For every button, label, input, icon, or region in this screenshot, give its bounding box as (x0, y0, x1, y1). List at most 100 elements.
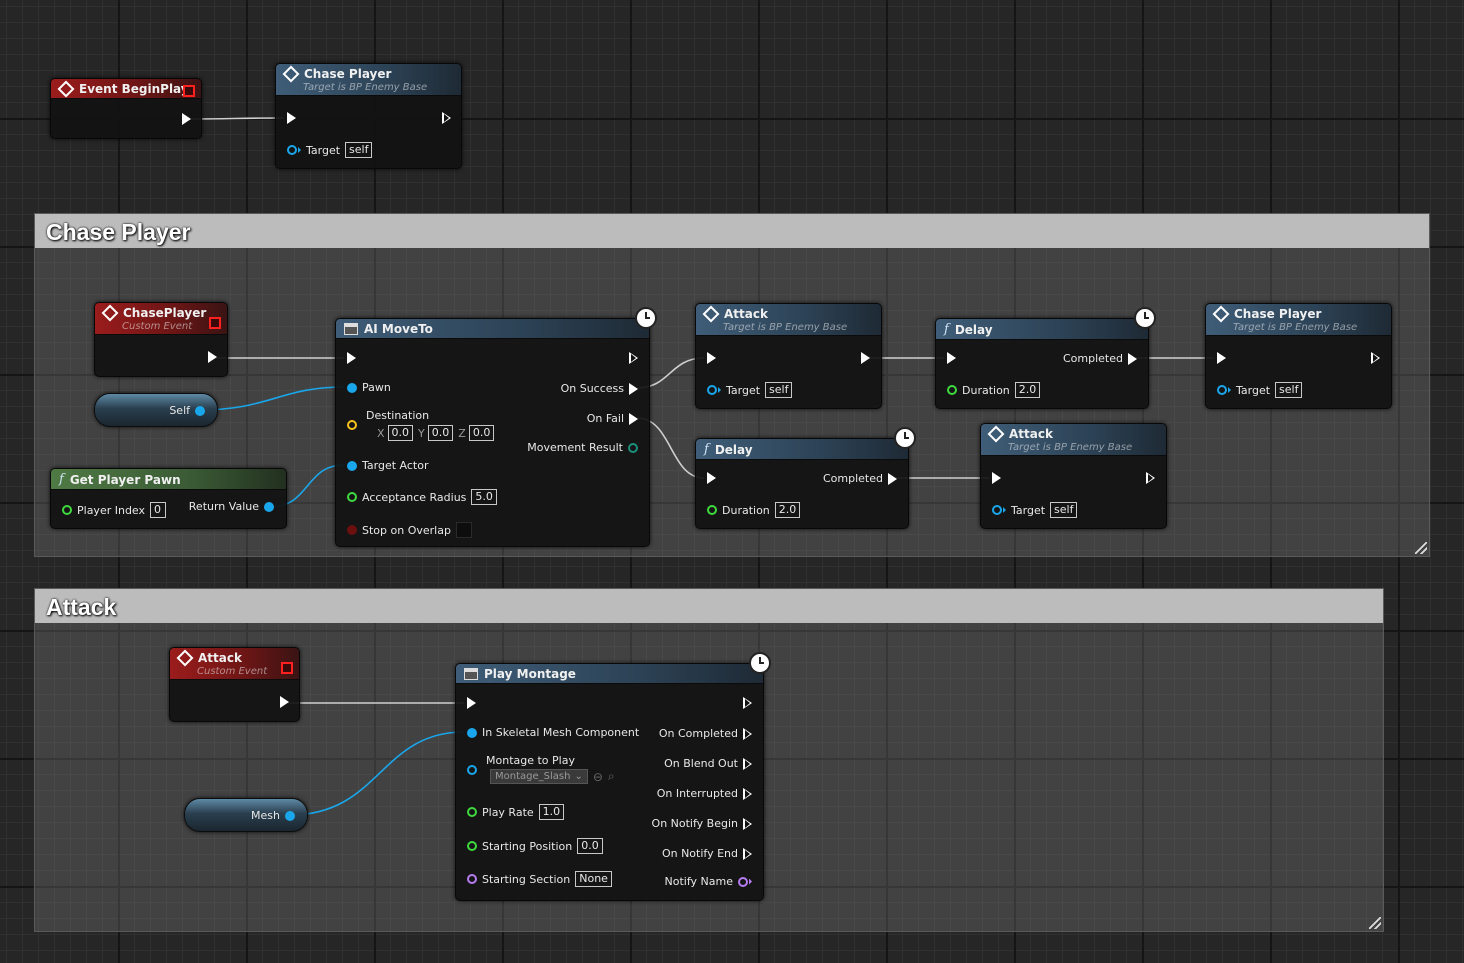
node-delay-2[interactable]: f Delay Completed Duration 2.0 (695, 427, 916, 529)
completed-pin[interactable]: Completed (823, 472, 897, 485)
exec-out-pin[interactable] (442, 112, 451, 124)
resize-handle-icon[interactable] (1369, 917, 1381, 929)
node-delay-1[interactable]: f Delay Completed Duration 2.0 (935, 307, 1156, 409)
node-play-montage[interactable]: Play Montage In Skeletal Mesh Component … (455, 652, 771, 901)
pin-label: Montage to Play (486, 754, 575, 767)
exec-arrow-icon (992, 472, 1001, 484)
node-attack-event[interactable]: Attack Custom Event (169, 647, 300, 722)
browse-search-icon[interactable]: ⌕ (608, 769, 615, 784)
delegate-pin[interactable] (281, 662, 293, 674)
node-event-begin-play[interactable]: Event BeginPlay (50, 78, 202, 139)
player-index-pin[interactable]: Player Index 0 (62, 502, 167, 518)
on-blend-out-pin[interactable]: On Blend Out (664, 757, 752, 770)
completed-pin[interactable]: Completed (1063, 352, 1137, 365)
exec-out-pin[interactable] (208, 351, 217, 363)
object-pin-icon (287, 145, 297, 155)
in-skeletal-mesh-pin[interactable]: In Skeletal Mesh Component (467, 726, 639, 739)
exec-out-pin[interactable] (280, 696, 289, 708)
self-out-pin[interactable]: Self (169, 404, 205, 417)
exec-out-pin[interactable] (182, 113, 191, 125)
montage-to-play-pin[interactable] (467, 765, 477, 775)
notify-name-pin[interactable]: Notify Name (665, 875, 752, 888)
on-interrupted-pin[interactable]: On Interrupted (657, 787, 752, 800)
float-pin-icon (347, 492, 357, 502)
float-pin-icon (467, 807, 477, 817)
delegate-pin[interactable] (183, 85, 195, 97)
node-ai-moveto[interactable]: AI MoveTo Pawn On Success Destination X0… (335, 307, 657, 547)
target-pin[interactable]: Target self (992, 502, 1078, 518)
exec-in-pin[interactable] (467, 697, 476, 709)
node-get-player-pawn[interactable]: f Get Player Pawn Player Index 0 Return Va… (50, 468, 287, 529)
on-success-pin[interactable]: On Success (561, 382, 638, 395)
event-diamond-icon (1212, 305, 1230, 323)
destination-pin[interactable]: Destination (347, 409, 429, 422)
event-diamond-icon (282, 65, 300, 83)
pin-label: Self (169, 404, 190, 417)
target-value[interactable]: self (765, 382, 793, 398)
duration-pin[interactable]: Duration 2.0 (947, 382, 1041, 398)
exec-out-pin[interactable] (629, 352, 638, 364)
exec-arrow-icon (743, 847, 752, 860)
starting-section-field[interactable]: None (575, 871, 612, 887)
starting-position-pin[interactable]: Starting Position 0.0 (467, 838, 603, 854)
node-chase-player-top[interactable]: Chase Player Target is BP Enemy Base Targ… (275, 63, 462, 169)
target-value[interactable]: self (1050, 502, 1078, 518)
target-pin[interactable]: Target self (287, 142, 373, 158)
movement-result-pin[interactable]: Movement Result (527, 441, 638, 454)
exec-out-pin[interactable] (743, 697, 752, 709)
acceptance-radius-field[interactable]: 5.0 (471, 489, 497, 505)
use-selected-icon[interactable]: ⊖ (593, 770, 603, 784)
target-value[interactable]: self (345, 142, 373, 158)
exec-arrow-icon (707, 352, 716, 364)
duration-pin[interactable]: Duration 2.0 (707, 502, 801, 518)
exec-in-pin[interactable] (947, 352, 956, 364)
starting-position-field[interactable]: 0.0 (577, 838, 603, 854)
exec-out-pin[interactable] (1371, 352, 1380, 364)
exec-in-pin[interactable] (287, 112, 296, 124)
duration-field[interactable]: 2.0 (774, 502, 801, 518)
node-attack-call-1[interactable]: Attack Target is BP Enemy Base Target self (695, 303, 882, 409)
play-rate-field[interactable]: 1.0 (538, 804, 565, 820)
on-fail-pin[interactable]: On Fail (587, 412, 638, 425)
node-self[interactable]: Self (94, 393, 218, 427)
delegate-pin[interactable] (209, 317, 221, 329)
node-chaseplayer-event[interactable]: ChasePlayer Custom Event (94, 302, 228, 377)
resize-handle-icon[interactable] (1415, 542, 1427, 554)
on-completed-pin[interactable]: On Completed (659, 727, 752, 740)
destination-x-field[interactable]: 0.0 (387, 425, 414, 441)
duration-field[interactable]: 2.0 (1014, 382, 1041, 398)
destination-y-field[interactable]: 0.0 (427, 425, 454, 441)
exec-in-pin[interactable] (1217, 352, 1226, 364)
stop-on-overlap-pin[interactable]: Stop on Overlap (347, 522, 472, 538)
name-pin-icon (467, 874, 477, 884)
target-pin[interactable]: Target self (707, 382, 793, 398)
exec-in-pin[interactable] (992, 472, 1001, 484)
exec-in-pin[interactable] (707, 472, 716, 484)
stop-on-overlap-checkbox[interactable] (455, 522, 472, 538)
destination-z-field[interactable]: 0.0 (468, 425, 495, 441)
exec-in-pin[interactable] (707, 352, 716, 364)
montage-dropdown[interactable]: Montage_Slash ⌄ (490, 769, 588, 784)
comment-title[interactable]: Attack (35, 589, 1383, 623)
comment-title[interactable]: Chase Player (35, 214, 1429, 248)
return-value-pin[interactable]: Return Value (189, 500, 274, 513)
exec-in-pin[interactable] (347, 352, 356, 364)
target-value[interactable]: self (1275, 382, 1303, 398)
node-attack-call-2[interactable]: Attack Target is BP Enemy Base Target self (980, 423, 1167, 529)
pawn-pin[interactable]: Pawn (347, 381, 391, 394)
node-chase-player-call-2[interactable]: Chase Player Target is BP Enemy Base Targ… (1205, 303, 1392, 409)
latent-clock-icon (894, 427, 916, 449)
chevron-down-icon: ⌄ (574, 771, 583, 782)
node-mesh[interactable]: Mesh (184, 798, 308, 832)
player-index-value[interactable]: 0 (150, 502, 167, 518)
on-notify-end-pin[interactable]: On Notify End (662, 847, 752, 860)
target-pin[interactable]: Target self (1217, 382, 1303, 398)
exec-out-pin[interactable] (861, 352, 870, 364)
mesh-out-pin[interactable]: Mesh (251, 809, 295, 822)
acceptance-radius-pin[interactable]: Acceptance Radius 5.0 (347, 489, 497, 505)
play-rate-pin[interactable]: Play Rate 1.0 (467, 804, 565, 820)
on-notify-begin-pin[interactable]: On Notify Begin (652, 817, 752, 830)
starting-section-pin[interactable]: Starting Section None (467, 871, 612, 887)
exec-out-pin[interactable] (1146, 472, 1155, 484)
target-actor-pin[interactable]: Target Actor (347, 459, 428, 472)
